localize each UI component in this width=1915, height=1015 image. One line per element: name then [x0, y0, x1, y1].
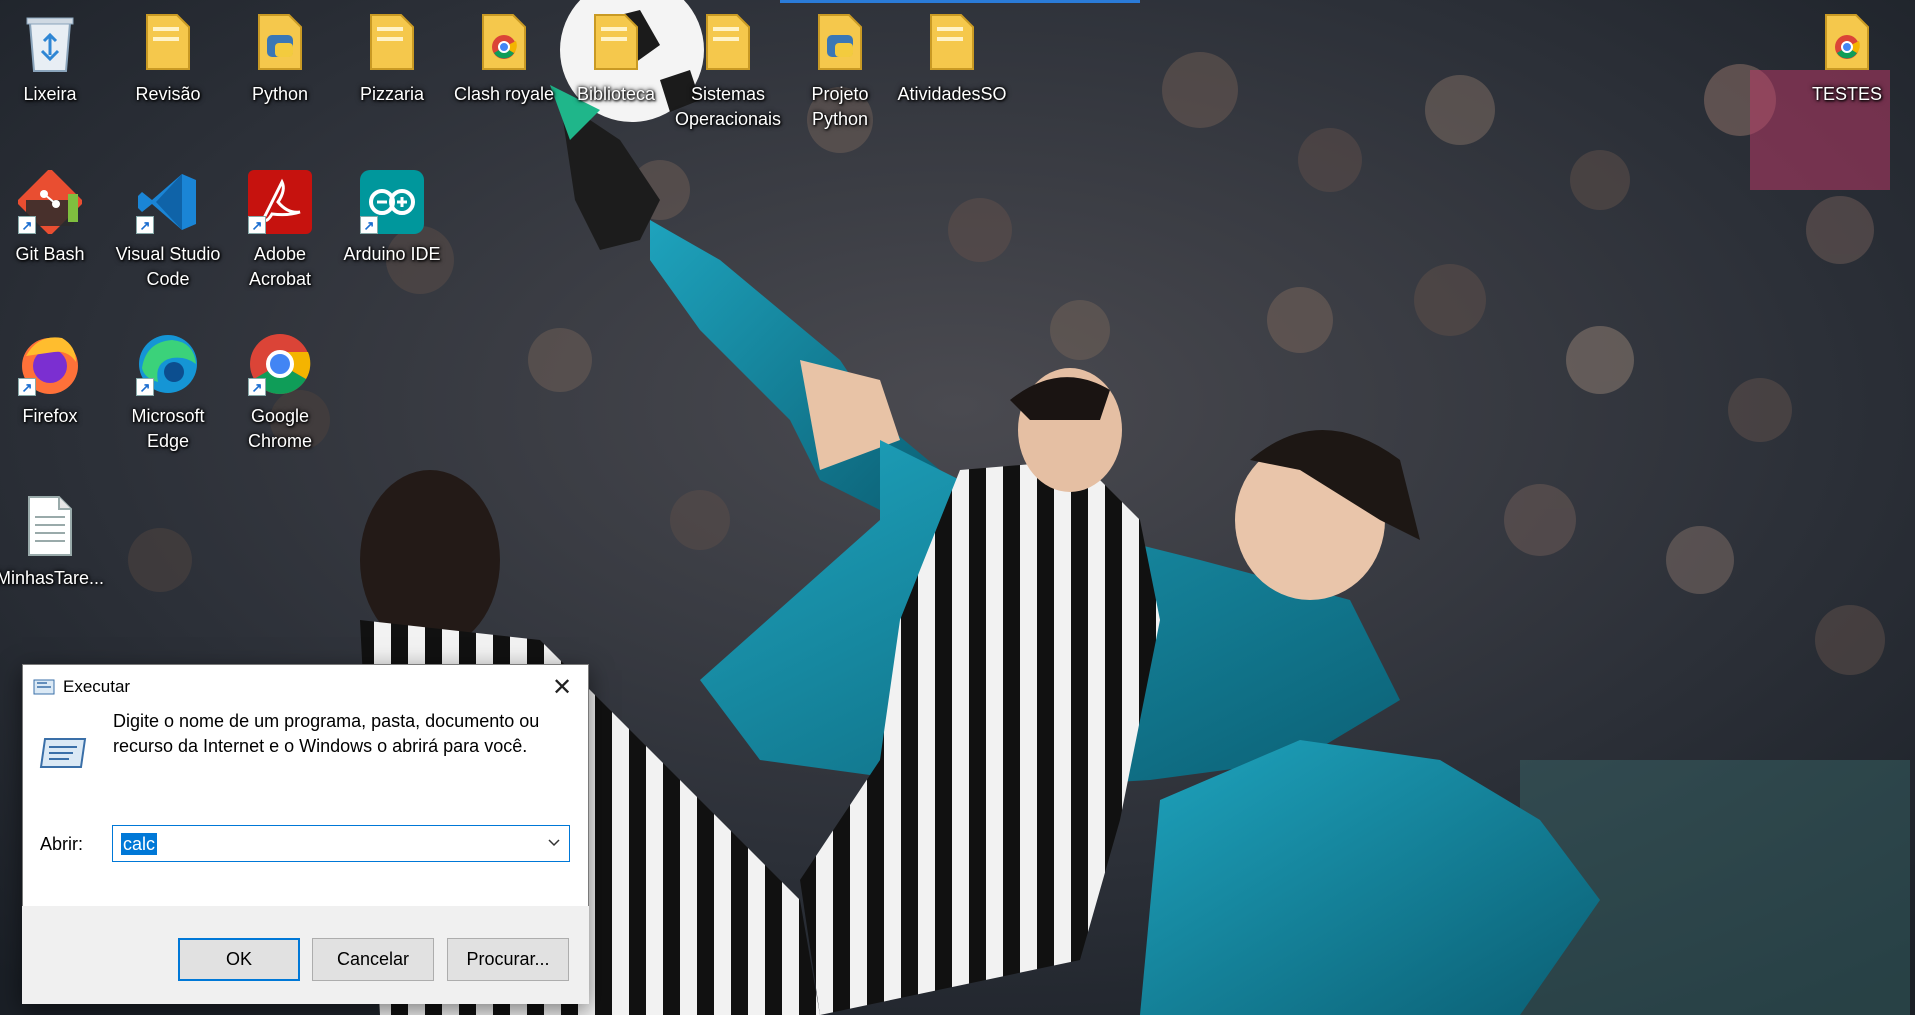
folder-icon	[696, 10, 760, 74]
desktop-icon-label: Sistemas Operacionais	[674, 84, 782, 129]
git-bash-icon: ↗	[18, 170, 82, 234]
python-file-icon	[248, 10, 312, 74]
desktop-icon-label: Visual Studio Code	[115, 244, 221, 289]
open-input[interactable]: calc	[121, 833, 158, 855]
edge-icon: ↗	[136, 332, 200, 396]
desktop-icon-label: AtividadesSO	[897, 84, 1007, 104]
folder-icon	[920, 10, 984, 74]
run-dialog-title: Executar	[63, 677, 131, 696]
browse-button[interactable]: Procurar...	[447, 938, 569, 981]
desktop-icon-label: Google Chrome	[247, 406, 313, 451]
desktop-icon-label: Pizzaria	[359, 84, 425, 104]
desktop-icon-label: Revisão	[135, 84, 201, 104]
desktop-icon-firefox[interactable]: ↗ Firefox	[0, 332, 103, 429]
desktop-icon-testes[interactable]: TESTES	[1794, 10, 1900, 107]
run-dialog-body: Digite o nome de um programa, pasta, doc…	[23, 709, 588, 909]
desktop-icon-arduino-ide[interactable]: ↗ Arduino IDE	[339, 170, 445, 267]
desktop-icon-revisao[interactable]: Revisão	[115, 10, 221, 107]
desktop-icon-label: Biblioteca	[576, 84, 656, 104]
run-app-icon	[33, 679, 55, 695]
desktop-icon-label: Projeto Python	[811, 84, 869, 129]
desktop-icon-label: TESTES	[1811, 84, 1882, 104]
chrome-html-file-icon	[1815, 10, 1879, 74]
desktop-icon-clash-royale[interactable]: Clash royale	[451, 10, 557, 107]
folder-icon	[584, 10, 648, 74]
run-dialog-titlebar[interactable]: Executar ✕	[23, 665, 588, 709]
desktop-icon-lixeira[interactable]: Lixeira	[0, 10, 103, 107]
shortcut-arrow-icon: ↗	[18, 216, 36, 234]
close-icon: ✕	[551, 673, 573, 701]
recycle-bin-icon	[18, 10, 82, 74]
desktop-icon-visual-studio-code[interactable]: ↗ Visual Studio Code	[115, 170, 221, 292]
desktop-icon-label: Adobe Acrobat	[248, 244, 312, 289]
desktop-icon-label: Firefox	[22, 406, 78, 426]
desktop-icon-label: Lixeira	[23, 84, 77, 104]
shortcut-arrow-icon: ↗	[18, 378, 36, 396]
run-description: Digite o nome de um programa, pasta, doc…	[113, 711, 540, 756]
desktop-icon-label: Arduino IDE	[343, 244, 441, 264]
desktop-icon-label: Clash royale	[453, 84, 555, 104]
desktop-icon-minhastarefas[interactable]: MinhasTare...	[0, 494, 104, 591]
desktop-icon-pizzaria[interactable]: Pizzaria	[339, 10, 445, 107]
python-file-icon	[808, 10, 872, 74]
desktop-icon-label: Python	[251, 84, 309, 104]
desktop-icon-adobe-acrobat[interactable]: ↗ Adobe Acrobat	[227, 170, 333, 292]
open-combobox[interactable]: calc	[112, 825, 570, 862]
arduino-icon: ↗	[360, 170, 424, 234]
ok-button[interactable]: OK	[178, 938, 300, 981]
desktop-icon-projeto-python[interactable]: Projeto Python	[787, 10, 893, 132]
desktop-icon-python[interactable]: Python	[227, 10, 333, 107]
adobe-acrobat-icon: ↗	[248, 170, 312, 234]
chrome-html-file-icon	[472, 10, 536, 74]
desktop-icon-microsoft-edge[interactable]: ↗ Microsoft Edge	[115, 332, 221, 454]
desktop-icon-label: MinhasTare...	[0, 568, 105, 588]
desktop-icon-label: Microsoft Edge	[131, 406, 205, 451]
text-file-icon	[18, 494, 82, 558]
desktop-icon-sistemas-operacionais[interactable]: Sistemas Operacionais	[675, 10, 781, 132]
chrome-icon: ↗	[248, 332, 312, 396]
chevron-down-icon[interactable]	[545, 834, 563, 852]
run-icon	[39, 738, 87, 768]
desktop-icon-label: Git Bash	[15, 244, 85, 264]
desktop-icon-git-bash[interactable]: ↗ Git Bash	[0, 170, 103, 267]
desktop-icon-atividadesso[interactable]: AtividadesSO	[897, 10, 1007, 107]
shortcut-arrow-icon: ↗	[248, 216, 266, 234]
shortcut-arrow-icon: ↗	[248, 378, 266, 396]
desktop-icon-google-chrome[interactable]: ↗ Google Chrome	[227, 332, 333, 454]
shortcut-arrow-icon: ↗	[136, 216, 154, 234]
close-button[interactable]: ✕	[536, 665, 588, 709]
shortcut-arrow-icon: ↗	[136, 378, 154, 396]
folder-icon	[136, 10, 200, 74]
desktop-icon-biblioteca[interactable]: Biblioteca	[563, 10, 669, 107]
cancel-button[interactable]: Cancelar	[312, 938, 434, 981]
shortcut-arrow-icon: ↗	[360, 216, 378, 234]
folder-icon	[360, 10, 424, 74]
firefox-icon: ↗	[18, 332, 82, 396]
vscode-icon: ↗	[136, 170, 200, 234]
